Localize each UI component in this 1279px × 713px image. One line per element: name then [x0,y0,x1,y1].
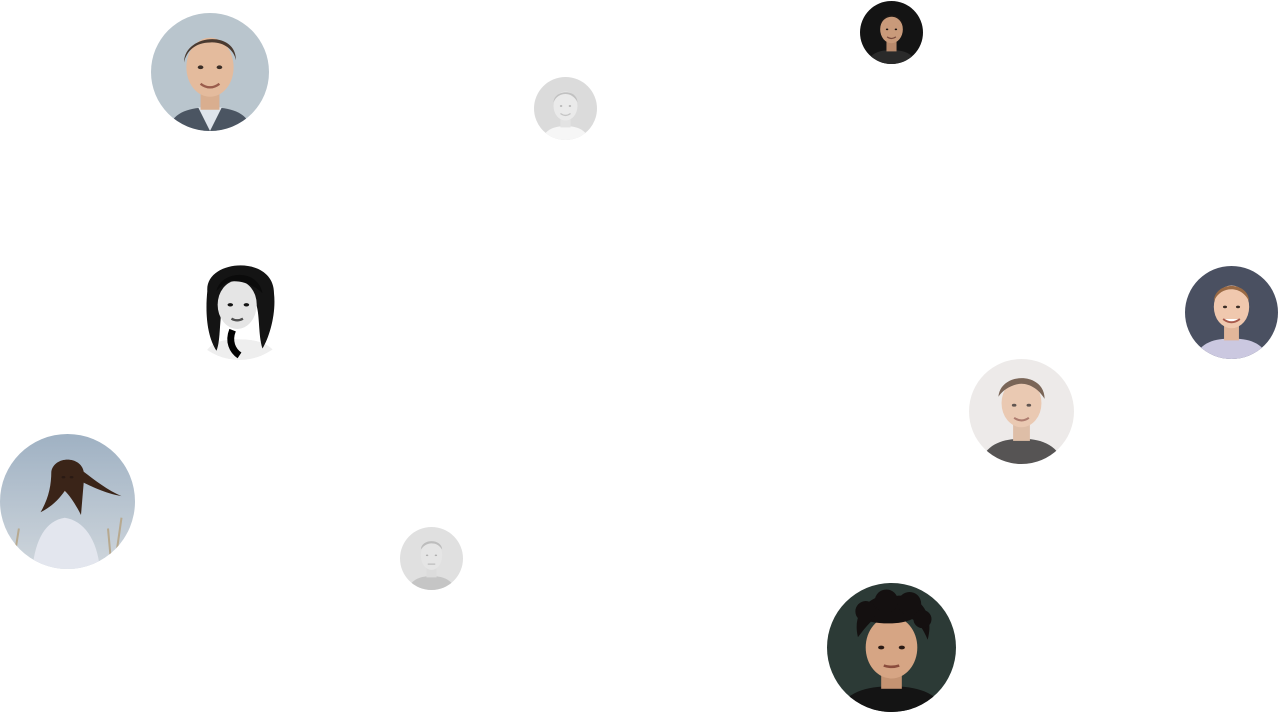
avatar-3[interactable] [860,1,923,64]
avatar-9[interactable] [827,583,956,712]
avatar-1[interactable] [151,13,269,131]
avatar-cloud [0,0,1279,713]
man-portrait-icon [151,13,269,131]
avatar-2[interactable] [534,77,597,140]
man-portrait-icon [534,77,597,140]
man-portrait-icon [400,527,463,590]
man-portrait-icon [1185,266,1278,359]
avatar-7[interactable] [0,434,135,569]
man-portrait-icon [860,1,923,64]
avatar-4[interactable] [182,245,297,360]
avatar-8[interactable] [400,527,463,590]
woman-portrait-icon [0,434,135,569]
man-portrait-icon [969,359,1074,464]
girl-portrait-icon [182,245,297,360]
man-portrait-icon [827,583,956,712]
avatar-6[interactable] [969,359,1074,464]
avatar-5[interactable] [1185,266,1278,359]
